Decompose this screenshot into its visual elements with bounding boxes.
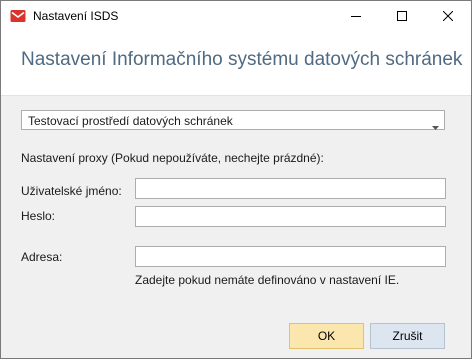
environment-select[interactable]: Testovací prostředí datových schránek [21, 110, 445, 130]
minimize-icon [351, 11, 361, 21]
chevron-down-icon [432, 119, 439, 133]
maximize-button[interactable] [379, 1, 425, 31]
settings-dialog: Nastavení ISDS Nastavení Informačního sy… [0, 0, 472, 359]
username-input[interactable] [135, 178, 446, 199]
cancel-button[interactable]: Zrušit [370, 323, 445, 349]
address-input[interactable] [135, 246, 446, 267]
window-title: Nastavení ISDS [33, 9, 119, 23]
ok-button[interactable]: OK [289, 323, 364, 349]
close-button[interactable] [425, 1, 471, 31]
minimize-button[interactable] [333, 1, 379, 31]
address-hint: Zadejte pokud nemáte definováno v nastav… [135, 273, 400, 287]
maximize-icon [397, 11, 407, 21]
page-title: Nastavení Informačního systému datových … [21, 49, 463, 70]
mail-envelope-icon [10, 9, 26, 23]
close-icon [443, 11, 453, 21]
password-input[interactable] [135, 206, 446, 227]
password-label: Heslo: [21, 209, 56, 223]
dialog-header: Nastavení Informačního systému datových … [1, 31, 471, 96]
username-label: Uživatelské jméno: [21, 184, 122, 198]
title-bar[interactable]: Nastavení ISDS [1, 1, 471, 31]
environment-select-value: Testovací prostředí datových schránek [28, 114, 233, 128]
address-label: Adresa: [21, 250, 63, 264]
proxy-section-label: Nastavení proxy (Pokud nepoužíváte, nech… [21, 151, 324, 165]
